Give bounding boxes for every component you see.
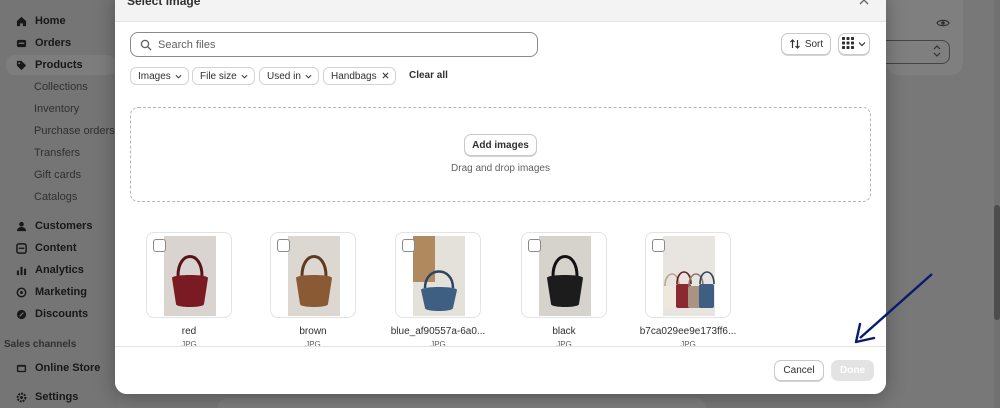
file-name: black bbox=[552, 326, 576, 337]
file-tile[interactable]: red JPG bbox=[146, 232, 232, 349]
filter-label: Handbags bbox=[331, 70, 377, 82]
view-toggle-button[interactable] bbox=[838, 33, 870, 55]
sort-button[interactable]: Sort bbox=[781, 33, 831, 55]
filter-used-in[interactable]: Used in bbox=[259, 67, 319, 85]
file-checkbox[interactable] bbox=[528, 239, 541, 252]
grid-icon bbox=[842, 36, 856, 52]
modal-title: Select image bbox=[127, 0, 201, 8]
filter-label: Images bbox=[138, 70, 171, 82]
chevron-down-icon bbox=[858, 40, 866, 48]
done-button[interactable]: Done bbox=[831, 360, 874, 381]
file-tile[interactable]: blue_af90557a-6a0... JPG bbox=[391, 232, 485, 349]
brown-handbag-image bbox=[288, 236, 340, 316]
file-name: red bbox=[181, 326, 197, 337]
search-icon bbox=[140, 39, 152, 51]
blue-handbag-image bbox=[413, 236, 465, 316]
file-thumbnail[interactable] bbox=[521, 232, 607, 318]
file-checkbox[interactable] bbox=[402, 239, 415, 252]
handbag-group-image bbox=[663, 236, 715, 316]
black-handbag-image bbox=[539, 236, 591, 316]
file-checkbox[interactable] bbox=[277, 239, 290, 252]
filter-label: Used in bbox=[267, 70, 301, 82]
file-thumbnail[interactable] bbox=[645, 232, 731, 318]
file-tile[interactable]: b7ca029ee9e173ff6... JPG bbox=[640, 232, 736, 349]
file-name: brown bbox=[299, 326, 327, 337]
search-input[interactable] bbox=[158, 38, 518, 51]
search-files-field[interactable] bbox=[130, 32, 538, 57]
file-checkbox[interactable] bbox=[153, 239, 166, 252]
remove-filter-icon[interactable] bbox=[382, 71, 389, 82]
modal-header: Select image bbox=[115, 0, 886, 22]
file-name: b7ca029ee9e173ff6... bbox=[639, 326, 737, 337]
cancel-button[interactable]: Cancel bbox=[774, 360, 824, 381]
filter-file-size[interactable]: File size bbox=[192, 67, 255, 85]
clear-all-link[interactable]: Clear all bbox=[409, 70, 448, 81]
file-checkbox[interactable] bbox=[652, 239, 665, 252]
chevron-down-icon bbox=[241, 73, 248, 80]
drop-hint: Drag and drop images bbox=[451, 163, 550, 174]
red-handbag-image bbox=[164, 236, 216, 316]
close-icon[interactable] bbox=[858, 0, 872, 8]
file-tile[interactable]: brown JPG bbox=[270, 232, 356, 349]
file-tile[interactable]: black JPG bbox=[521, 232, 607, 349]
chevron-down-icon bbox=[175, 73, 182, 80]
file-thumbnail[interactable] bbox=[395, 232, 481, 318]
select-image-modal: Select image Sort Images File size Used … bbox=[115, 0, 886, 394]
modal-footer bbox=[115, 346, 886, 394]
sort-label: Sort bbox=[804, 38, 824, 50]
annotation-arrow-icon bbox=[850, 268, 940, 351]
filter-label: File size bbox=[200, 70, 237, 82]
file-thumbnail[interactable] bbox=[146, 232, 232, 318]
file-thumbnail[interactable] bbox=[270, 232, 356, 318]
sort-arrows-icon bbox=[789, 38, 801, 50]
file-name: blue_af90557a-6a0... bbox=[390, 326, 486, 337]
chevron-down-icon bbox=[305, 73, 312, 80]
filter-images[interactable]: Images bbox=[130, 67, 189, 85]
add-images-button[interactable]: Add images bbox=[464, 134, 537, 156]
filter-handbags[interactable]: Handbags bbox=[323, 67, 396, 85]
